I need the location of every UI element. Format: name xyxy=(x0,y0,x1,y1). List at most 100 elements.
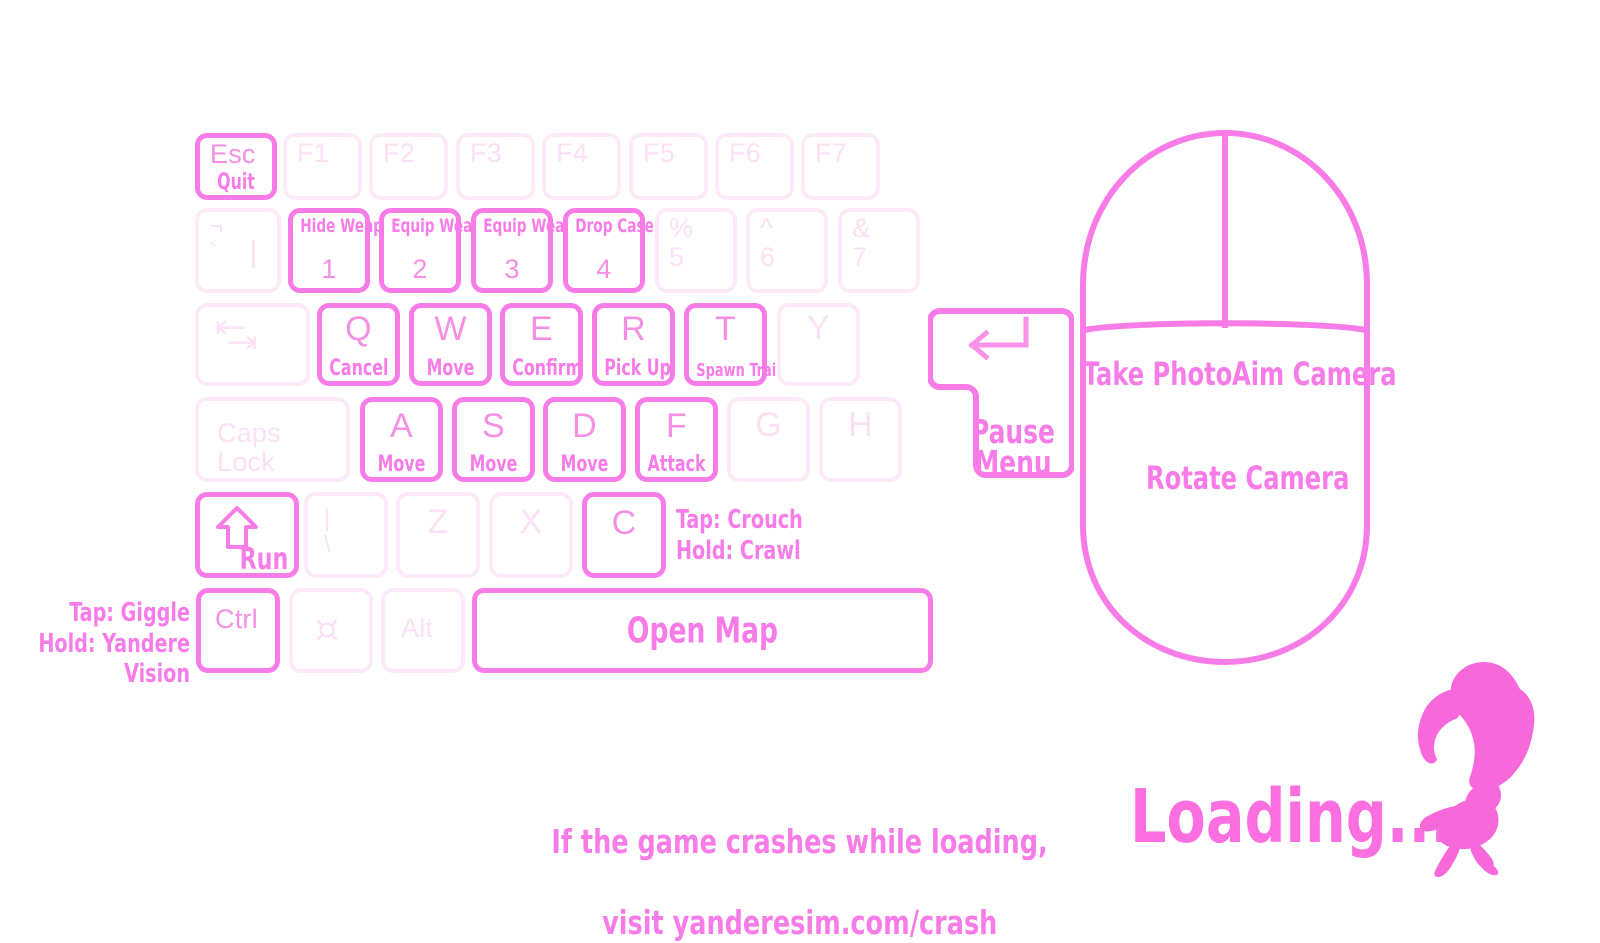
key-f1[interactable]: F1 xyxy=(283,133,362,200)
key-f5-glyph: F5 xyxy=(643,138,675,168)
key-1-glyph: 1 xyxy=(321,253,337,284)
key-c[interactable]: C xyxy=(582,492,666,578)
key-e-action: Confirm xyxy=(512,356,583,381)
key-s[interactable]: S Move xyxy=(452,397,535,482)
key-3-action: Equip Weapon xyxy=(483,215,594,237)
key-1-action: Hide Weapon xyxy=(300,215,403,237)
key-w-glyph: W xyxy=(434,310,467,348)
key-ctrl[interactable]: Ctrl xyxy=(196,588,280,673)
c-key-side-label: Tap: Crouch Hold: Crawl xyxy=(676,505,803,566)
key-backslash[interactable]: | \ xyxy=(304,492,388,578)
key-z-glyph: Z xyxy=(427,503,449,541)
key-d-action: Move xyxy=(560,452,609,477)
windows-icon xyxy=(316,619,338,641)
key-q-glyph: Q xyxy=(345,310,372,348)
key-capslock-glyph: Caps Lock xyxy=(217,418,281,478)
key-4-action: Drop Case xyxy=(575,215,654,237)
key-d-glyph: D xyxy=(572,407,597,445)
key-x-glyph: X xyxy=(519,503,543,541)
key-c-glyph: C xyxy=(611,504,637,542)
key-t-glyph: T xyxy=(715,310,736,348)
key-r-glyph: R xyxy=(621,310,646,348)
key-f6[interactable]: F6 xyxy=(715,133,794,200)
key-shift[interactable]: Run xyxy=(195,492,299,578)
key-backtick-pipe-icon xyxy=(252,240,255,268)
key-a-action: Move xyxy=(377,452,426,477)
key-f4[interactable]: F4 xyxy=(542,133,621,200)
mouse-left-button-label[interactable]: Take Photo xyxy=(1083,358,1232,390)
key-f4-glyph: F4 xyxy=(556,138,588,168)
key-6[interactable]: ^ 6 xyxy=(746,208,828,293)
key-f3[interactable]: F3 xyxy=(456,133,535,200)
mouse-body-label[interactable]: Rotate Camera xyxy=(1146,462,1349,494)
key-esc[interactable]: Esc Quit xyxy=(195,133,277,200)
key-z[interactable]: Z xyxy=(396,492,480,578)
key-a[interactable]: A Move xyxy=(360,397,443,482)
crash-note-line2: visit yanderesim.com/crash xyxy=(602,902,998,942)
key-2-glyph: 2 xyxy=(412,253,428,284)
key-s-glyph: S xyxy=(482,407,505,445)
key-5-glyph: % 5 xyxy=(669,213,694,273)
key-f-action: Attack xyxy=(647,452,706,477)
key-space-action: Open Map xyxy=(626,610,779,651)
key-7-glyph: & 7 xyxy=(852,213,871,273)
tab-icon xyxy=(215,320,257,350)
key-f1-glyph: F1 xyxy=(297,138,329,168)
key-r[interactable]: R Pick Up xyxy=(592,303,675,386)
key-f[interactable]: F Attack xyxy=(635,397,718,482)
key-w-action: Move xyxy=(426,356,475,381)
key-3[interactable]: Equip Weapon 3 xyxy=(471,208,594,293)
key-tab[interactable] xyxy=(195,303,310,386)
key-backtick[interactable]: ¬ ` xyxy=(195,208,281,293)
key-2[interactable]: Equip Weapon 2 xyxy=(379,208,502,293)
key-g[interactable]: G xyxy=(727,397,810,482)
key-q[interactable]: Q Cancel xyxy=(317,303,400,386)
key-t-action: Spawn Trail xyxy=(696,360,781,381)
key-backslash-glyph: | \ xyxy=(324,505,331,558)
key-backtick-glyph: ¬ ` xyxy=(209,213,224,266)
key-f5[interactable]: F5 xyxy=(629,133,708,200)
key-alt-glyph: Alt xyxy=(401,613,434,643)
key-esc-glyph: Esc xyxy=(210,139,256,169)
key-2-action: Equip Weapon xyxy=(391,215,502,237)
key-t[interactable]: T Spawn Trail xyxy=(684,303,781,386)
key-4[interactable]: Drop Case 4 xyxy=(563,208,654,293)
key-y-glyph: Y xyxy=(807,309,830,347)
key-d[interactable]: D Move xyxy=(543,397,626,482)
key-3-glyph: 3 xyxy=(504,253,520,284)
key-enter[interactable]: Pause Menu xyxy=(928,297,1074,489)
key-f7[interactable]: F7 xyxy=(801,133,880,200)
mouse-shape xyxy=(1080,129,1370,666)
key-ctrl-glyph: Ctrl xyxy=(215,604,258,634)
key-win[interactable] xyxy=(289,588,373,673)
key-5[interactable]: % 5 xyxy=(655,208,737,293)
key-1[interactable]: Hide Weapon 1 xyxy=(288,208,403,293)
key-6-glyph: ^ 6 xyxy=(760,213,776,273)
key-f2-glyph: F2 xyxy=(383,138,415,168)
key-f-glyph: F xyxy=(666,407,687,445)
key-q-action: Cancel xyxy=(329,356,389,381)
key-s-action: Move xyxy=(469,452,518,477)
key-e-glyph: E xyxy=(530,310,553,348)
key-f3-glyph: F3 xyxy=(470,138,502,168)
key-capslock[interactable]: Caps Lock xyxy=(195,397,350,482)
key-f2[interactable]: F2 xyxy=(369,133,448,200)
key-shift-action: Run xyxy=(239,542,288,577)
key-r-action: Pick Up xyxy=(604,356,671,381)
key-space[interactable]: Open Map xyxy=(472,588,933,673)
key-4-glyph: 4 xyxy=(596,253,612,284)
key-e[interactable]: E Confirm xyxy=(500,303,583,386)
key-y[interactable]: Y xyxy=(777,303,860,386)
key-7[interactable]: & 7 xyxy=(838,208,920,293)
key-x[interactable]: X xyxy=(489,492,573,578)
mouse-right-button-label[interactable]: Aim Camera xyxy=(1232,358,1397,390)
key-a-glyph: A xyxy=(390,407,413,445)
key-f6-glyph: F6 xyxy=(729,138,761,168)
key-f7-glyph: F7 xyxy=(815,138,847,168)
key-w[interactable]: W Move xyxy=(409,303,492,386)
key-h[interactable]: H xyxy=(819,397,902,482)
mouse-diagram: Take Photo Aim Camera Rotate Camera xyxy=(1075,125,1397,670)
key-alt[interactable]: Alt xyxy=(381,588,465,673)
key-enter-action: Pause Menu xyxy=(971,411,1055,483)
ctrl-key-side-label: Tap: Giggle Hold: Yandere Vision xyxy=(38,598,190,690)
